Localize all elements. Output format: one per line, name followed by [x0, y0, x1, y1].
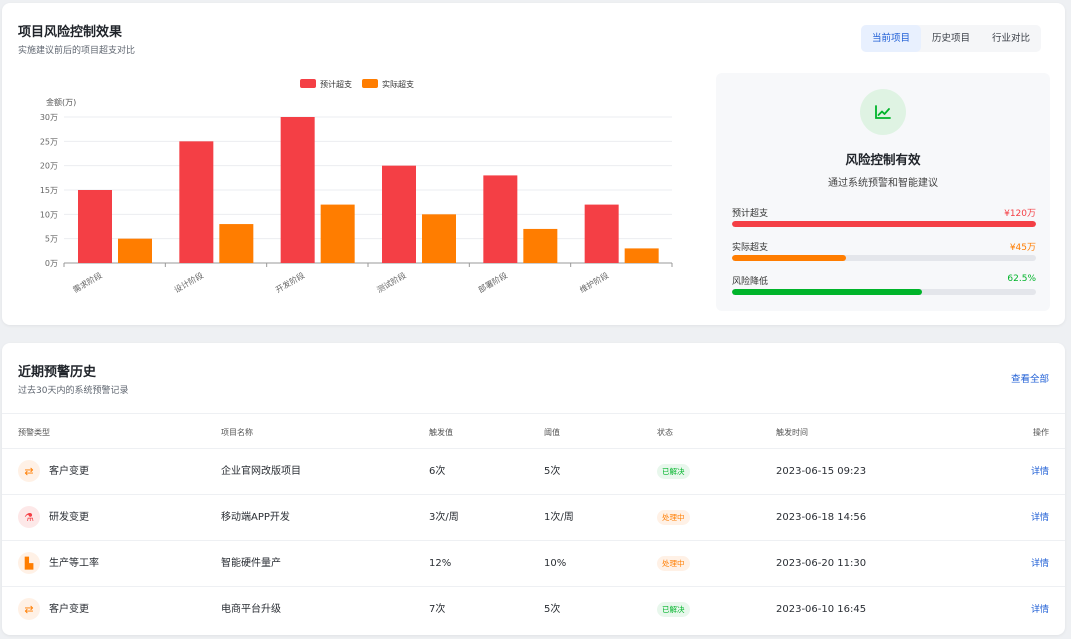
legend-swatch — [362, 79, 378, 88]
detail-link[interactable]: 详情 — [1031, 449, 1049, 495]
legend-label: 预计超支 — [320, 79, 352, 89]
bar-actual — [219, 224, 254, 263]
tab-industry-compare[interactable]: 行业对比 — [981, 25, 1041, 52]
y-tick-label: 0万 — [45, 259, 58, 268]
col-header-action: 操作 — [1033, 428, 1049, 437]
col-header-status: 状态 — [657, 428, 673, 437]
trigger-value: 6次 — [429, 466, 446, 477]
project-name: 电商平台升级 — [221, 604, 281, 615]
x-tick-label: 需求阶段 — [71, 270, 104, 295]
y-tick-label: 10万 — [40, 210, 58, 219]
bar-actual — [523, 228, 558, 263]
tab-history-project[interactable]: 历史项目 — [921, 25, 981, 52]
bar-expected — [584, 204, 619, 263]
x-tick-label: 部署阶段 — [476, 270, 509, 295]
legend-swatch — [300, 79, 316, 88]
y-tick-label: 30万 — [40, 113, 58, 122]
card-subtitle: 实施建议前后的项目超支对比 — [18, 46, 136, 56]
project-name: 移动端APP开发 — [221, 512, 290, 523]
alert-type: 生产等工率 — [49, 558, 99, 569]
flask-icon: ⚗ — [18, 506, 40, 528]
table-row: ▙ 生产等工率 智能硬件量产 12% 10% 处理中 2023-06-20 11:30 详情 — [2, 540, 1065, 587]
bar-expected — [382, 165, 416, 263]
project-tabs: 当前项目 历史项目 行业对比 — [861, 25, 1042, 52]
swap-arrows-icon: ⇄ — [18, 598, 40, 620]
view-all-link[interactable]: 查看全部 — [1011, 371, 1049, 385]
progress-reduction — [732, 289, 1036, 295]
col-header-threshold: 阈值 — [544, 428, 560, 437]
trigger-value: 12% — [429, 558, 452, 569]
x-tick-label: 开发阶段 — [274, 270, 307, 295]
status-badge: 处理中 — [657, 555, 690, 571]
trigger-value: 7次 — [429, 604, 446, 615]
trigger-time: 2023-06-10 16:45 — [776, 604, 867, 615]
bar-expected — [78, 190, 112, 263]
y-tick-label: 25万 — [40, 137, 58, 146]
table-row: ⚗ 研发变更 移动端APP开发 3次/周 1次/周 处理中 2023-06-18 14:56… — [2, 494, 1065, 541]
bar-expected — [179, 141, 214, 263]
trigger-time: 2023-06-15 09:23 — [776, 466, 867, 477]
col-header-type: 预警类型 — [18, 428, 50, 437]
swap-arrows-icon: ⇄ — [18, 460, 40, 482]
project-name: 企业官网改版项目 — [221, 466, 301, 477]
metric-value-expected: ¥120万 — [1004, 209, 1036, 219]
status-badge: 处理中 — [657, 509, 690, 525]
legend-label: 实际超支 — [382, 79, 414, 89]
x-tick-label: 测试阶段 — [375, 270, 408, 295]
table-row: ⇄ 客户变更 电商平台升级 7次 5次 已解决 2023-06-10 16:45 详情 — [2, 586, 1065, 633]
detail-link[interactable]: 详情 — [1031, 495, 1049, 541]
progress-expected — [732, 221, 1036, 227]
status-badge: 已解决 — [657, 463, 690, 479]
history-subtitle: 过去30天内的系统预警记录 — [18, 386, 129, 396]
x-tick-label: 维护阶段 — [578, 270, 611, 295]
bar-actual — [422, 214, 456, 263]
history-title: 近期预警历史 — [18, 365, 97, 380]
progress-actual — [732, 255, 1036, 261]
metric-label-actual: 实际超支 — [732, 243, 769, 253]
col-header-project: 项目名称 — [221, 428, 253, 437]
card-title: 项目风险控制效果 — [18, 25, 123, 40]
metric-value-reduction: 62.5% — [1007, 274, 1036, 284]
y-tick-label: 5万 — [45, 235, 58, 244]
y-tick-label: 20万 — [40, 162, 58, 171]
alert-type: 客户变更 — [49, 466, 89, 477]
bar-actual — [118, 238, 152, 263]
bar-expected — [483, 175, 518, 263]
x-tick-label: 设计阶段 — [172, 270, 205, 295]
trigger-time: 2023-06-18 14:56 — [776, 512, 867, 523]
metric-label-reduction: 风险降低 — [732, 277, 769, 287]
trend-chart-icon — [860, 89, 906, 135]
threshold-value: 10% — [544, 558, 567, 569]
summary-panel: 风险控制有效 通过系统预警和智能建议 预计超支 ¥120万 实际超支 ¥45万 … — [716, 73, 1050, 311]
risk-control-card: 项目风险控制效果 实施建议前后的项目超支对比 当前项目 历史项目 行业对比 预计… — [2, 3, 1065, 325]
factory-icon: ▙ — [18, 552, 40, 574]
col-header-time: 触发时间 — [776, 428, 808, 437]
trigger-value: 3次/周 — [429, 512, 459, 523]
overrun-bar-chart: 预计超支 实际超支金额(万) 0万 5万 10万 15万 20万 25万 30万需求阶段 设计阶段… — [40, 79, 673, 295]
table-row: ⇄ 客户变更 企业官网改版项目 6次 5次 已解决 2023-06-15 09:23 详情 — [2, 448, 1065, 495]
trigger-time: 2023-06-20 11:30 — [776, 558, 867, 569]
tab-current-project[interactable]: 当前项目 — [861, 25, 922, 52]
detail-link[interactable]: 详情 — [1031, 587, 1049, 633]
y-tick-label: 15万 — [40, 186, 58, 195]
summary-title: 风险控制有效 — [845, 152, 921, 167]
bar-expected — [280, 117, 315, 263]
threshold-value: 1次/周 — [544, 512, 574, 523]
bar-actual — [320, 204, 355, 263]
alert-type: 研发变更 — [49, 512, 89, 523]
alert-type: 客户变更 — [49, 604, 89, 615]
threshold-value: 5次 — [544, 466, 561, 477]
col-header-trigger: 触发值 — [429, 428, 453, 437]
detail-link[interactable]: 详情 — [1031, 541, 1049, 587]
metric-value-actual: ¥45万 — [1009, 243, 1036, 253]
alert-history-card: 近期预警历史 过去30天内的系统预警记录 查看全部 预警类型 项目名称 触发值 … — [2, 343, 1065, 635]
y-axis-label: 金额(万) — [46, 97, 76, 107]
summary-subtitle: 通过系统预警和智能建议 — [828, 178, 938, 189]
status-badge: 已解决 — [657, 601, 690, 617]
metric-label-expected: 预计超支 — [732, 209, 769, 219]
project-name: 智能硬件量产 — [221, 558, 281, 569]
threshold-value: 5次 — [544, 604, 561, 615]
bar-actual — [624, 248, 659, 263]
